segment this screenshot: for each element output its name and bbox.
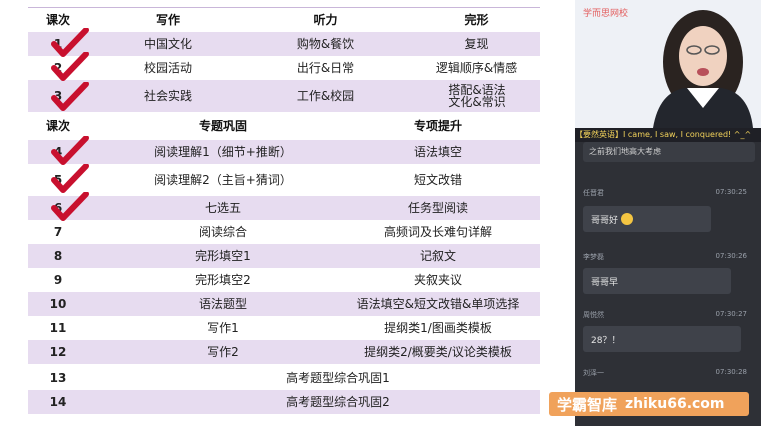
table-row: 3 社会实践 工作&校园 搭配&语法文化&常识 xyxy=(28,80,540,112)
cloze-topic: 逻辑顺序&情感 xyxy=(435,61,518,75)
table-row: 1 中国文化 购物&餐饮 复现 xyxy=(28,32,540,56)
chat-username: 李梦磊 xyxy=(583,253,604,261)
lesson-number: 14 xyxy=(49,395,67,409)
lesson-number: 9 xyxy=(53,273,63,287)
combined-topic: 高考题型综合巩固2 xyxy=(286,395,390,409)
chat-text: 哥哥好 xyxy=(591,215,619,226)
chat-time: 07:30:28 xyxy=(715,368,747,376)
lesson-number: 12 xyxy=(49,345,67,359)
improvement-topic: 任务型阅读 xyxy=(407,201,468,215)
header-writing: 写作 xyxy=(155,13,180,27)
consolidation-topic: 阅读理解2（主旨+猜词） xyxy=(154,173,292,187)
table-row: 2 校园活动 出行&日常 逻辑顺序&情感 xyxy=(28,56,540,80)
consolidation-topic: 阅读综合 xyxy=(198,225,247,239)
emoji-icon xyxy=(621,213,634,225)
header-lesson: 课次 xyxy=(45,119,70,133)
lesson-number: 7 xyxy=(53,225,63,239)
table-row: 14 高考题型综合巩固2 xyxy=(28,390,540,414)
improvement-topic: 提纲类1/图画类模板 xyxy=(384,321,492,335)
table-row: 9 完形填空2 夹叙夹议 xyxy=(28,268,540,292)
banner-text: I came, I saw, I conquered! ^_^ xyxy=(623,130,752,139)
listening-topic: 出行&日常 xyxy=(296,61,355,75)
improvement-topic: 记叙文 xyxy=(419,249,456,263)
chat-bubble: 28？！ xyxy=(583,326,741,352)
consolidation-topic: 七选五 xyxy=(204,201,241,215)
table-row: 13 高考题型综合巩固1 xyxy=(28,366,540,390)
red-check-icon xyxy=(51,82,89,111)
side-panel: 学而思网校 【要然英语】I came, I saw, I conquered! … xyxy=(575,0,761,426)
chat-username: 周悦然 xyxy=(583,311,604,319)
chat-time: 07:30:25 xyxy=(715,188,747,196)
table-row: 10 语法题型 语法填空&短文改错&单项选择 xyxy=(28,292,540,316)
watermark-url: zhiku66.com xyxy=(625,396,725,412)
listening-topic: 购物&餐饮 xyxy=(296,37,355,51)
lesson-number: 11 xyxy=(49,321,67,335)
writing-topic: 社会实践 xyxy=(143,89,192,103)
improvement-topic: 短文改错 xyxy=(413,173,462,187)
combined-topic: 高考题型综合巩固1 xyxy=(286,371,390,385)
consolidation-topic: 完形填空1 xyxy=(195,249,251,263)
site-watermark: 学霸智库 zhiku66.com xyxy=(549,392,749,416)
chat-panel[interactable]: 之前我们地高大考虑 任晋君 07:30:25 哥哥好 李梦磊 07:30:26 … xyxy=(575,142,761,426)
cloze-topic: 复现 xyxy=(464,37,489,51)
teacher-avatar xyxy=(653,10,753,128)
consolidation-topic: 写作1 xyxy=(207,321,239,335)
improvement-topic: 语法填空 xyxy=(413,145,462,159)
table-row: 7 阅读综合 高频词及长难句详解 xyxy=(28,220,540,244)
header-cloze: 完形 xyxy=(464,13,489,27)
chat-text: 哥哥早 xyxy=(591,277,619,288)
red-check-icon xyxy=(51,192,89,221)
improvement-topic: 高频词及长难句详解 xyxy=(383,225,492,239)
table-row: 12 写作2 提纲类2/概要类/议论类模板 xyxy=(28,340,540,364)
writing-topic: 中国文化 xyxy=(143,37,192,51)
consolidation-topic: 语法题型 xyxy=(198,297,247,311)
table-row: 11 写作1 提纲类1/图画类模板 xyxy=(28,316,540,340)
table-row: 4 阅读理解1（细节+推断） 语法填空 xyxy=(28,140,540,164)
writing-topic: 校园活动 xyxy=(143,61,192,75)
listening-topic: 工作&校园 xyxy=(296,89,355,103)
header-listening: 听力 xyxy=(313,13,338,27)
chat-bubble: 哥哥早 xyxy=(583,268,731,294)
improvement-topic: 提纲类2/概要类/议论类模板 xyxy=(364,345,512,359)
table-header-2: 课次 专题巩固 专项提升 xyxy=(28,114,540,138)
course-slide: 课次 写作 听力 完形 1 中国文化 购物&餐饮 复现 2 校园活动 出行&日常… xyxy=(0,0,575,426)
chat-message-partial: 之前我们地高大考虑 xyxy=(583,142,755,162)
red-check-icon xyxy=(51,164,89,193)
table-row: 5 阅读理解2（主旨+猜词） 短文改错 xyxy=(28,168,540,192)
improvement-topic: 语法填空&短文改错&单项选择 xyxy=(356,297,520,311)
red-check-icon xyxy=(51,136,89,165)
lesson-number: 8 xyxy=(53,249,63,263)
chat-time: 07:30:27 xyxy=(715,310,747,318)
teacher-banner: 【要然英语】I came, I saw, I conquered! ^_^ xyxy=(575,128,761,142)
table-header-1: 课次 写作 听力 完形 xyxy=(28,8,540,32)
chat-text: 28？！ xyxy=(591,335,621,346)
header-improvement: 专项提升 xyxy=(413,119,462,133)
watermark-name: 学霸智库 xyxy=(557,395,618,414)
table-row: 6 七选五 任务型阅读 xyxy=(28,196,540,220)
red-check-icon xyxy=(51,52,89,81)
chat-username: 刘泽一 xyxy=(583,369,604,377)
lesson-number: 10 xyxy=(49,297,67,311)
lesson-number: 13 xyxy=(49,371,67,385)
consolidation-topic: 完形填空2 xyxy=(195,273,251,287)
consolidation-topic: 阅读理解1（细节+推断） xyxy=(154,145,292,159)
consolidation-topic: 写作2 xyxy=(207,345,239,359)
chat-bubble: 哥哥好 xyxy=(583,206,711,232)
cloze-topic: 搭配&语法文化&常识 xyxy=(448,83,506,109)
header-consolidation: 专题巩固 xyxy=(198,119,247,133)
banner-tag: 【要然英语】 xyxy=(575,130,623,139)
brand-label: 学而思网校 xyxy=(583,9,629,19)
teacher-video: 学而思网校 xyxy=(575,0,761,128)
chat-time: 07:30:26 xyxy=(715,252,747,260)
chat-username: 任晋君 xyxy=(583,189,604,197)
improvement-topic: 夹叙夹议 xyxy=(413,273,462,287)
table-row: 8 完形填空1 记叙文 xyxy=(28,244,540,268)
